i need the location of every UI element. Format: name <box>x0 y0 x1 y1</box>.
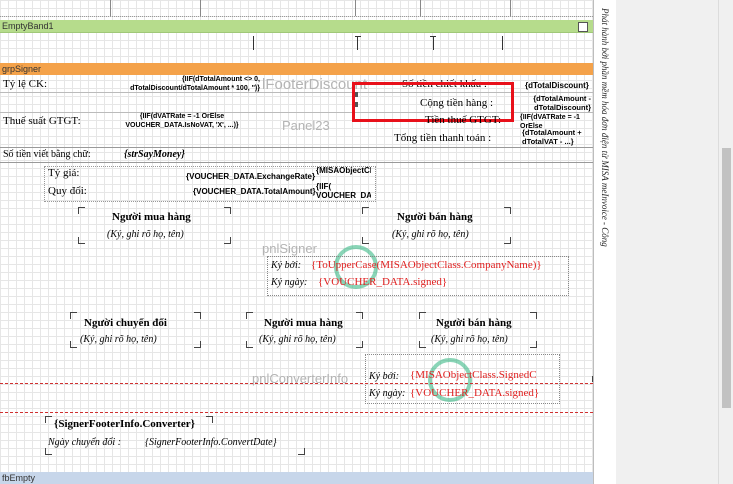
signed-by-label-2: Ký bởi: <box>369 371 400 382</box>
buyer-sign-hint-2: (Ký, ghi rõ họ, tên) <box>259 334 336 345</box>
signer-band-label: grpSigner <box>2 64 42 74</box>
signed-date-expr-2[interactable]: {VOUCHER_DATA.signed} <box>410 387 539 399</box>
convert-date-label: Ngày chuyển đổi : <box>48 437 122 448</box>
empty-footer-band[interactable]: fbEmpty <box>0 472 593 484</box>
converter-sign-hint: (Ký, ghi rõ họ, tên) <box>80 334 157 345</box>
seller-title: Người bán hàng <box>397 211 473 223</box>
discount-amount-expr[interactable]: {dTotalDiscount} <box>525 81 589 90</box>
converter-title: Người chuyển đổi <box>84 317 167 329</box>
in-words-expr[interactable]: {strSayMoney} <box>124 149 185 160</box>
panel-ghost-label: Panel23 <box>282 118 330 133</box>
vertical-issuer-label: Phát hành bởi phần mềm hóa đơn điện tử M… <box>600 8 610 247</box>
empty-band-label: EmptyBand1 <box>2 21 54 31</box>
signed-date-label: Ký ngày: <box>271 277 308 288</box>
pnl-signer-ghost-label: pnlSigner <box>262 241 317 256</box>
vat-rate-expr[interactable]: {IIF(dVATRate = -1 OrElse VOUCHER_DATA.I… <box>112 112 252 130</box>
grand-total-label: Tổng tiền thanh toán : <box>394 132 492 144</box>
discount-rate-expr[interactable]: {IIF(dTotalAmount <> 0, dTotalDiscount/d… <box>128 75 260 93</box>
exchange-rate-expr[interactable]: {VOUCHER_DATA.ExchangeRate} <box>186 172 315 181</box>
empty-band[interactable]: EmptyBand1 <box>0 20 593 33</box>
if-expr[interactable]: {IIF( VOUCHER_DATA ...} <box>316 182 371 198</box>
top-cut-row <box>0 0 593 17</box>
signed-by-expr-2[interactable]: {MISAObjectClass.SignedC <box>410 369 537 381</box>
margin-guide-line <box>0 412 593 413</box>
buyer-sign-hint: (Ký, ghi rõ họ, tên) <box>107 229 184 240</box>
vertical-issuer-text: Phát hành bởi phần mềm hóa đơn điện tử M… <box>596 8 610 247</box>
signed-by-expr[interactable]: {ToUpperCase(MISAObjectClass.CompanyName… <box>311 259 542 271</box>
converted-expr[interactable]: {VOUCHER_DATA.TotalAmount} <box>193 187 316 196</box>
grand-total-expr[interactable]: {dTotalAmount + dTotalVAT - ...} <box>522 128 592 146</box>
buyer-title: Người mua hàng <box>112 211 191 223</box>
class-expr[interactable]: {MISAObjectClass} <box>316 166 371 180</box>
in-words-label: Số tiền viết bằng chữ: <box>3 149 91 160</box>
converted-label: Quy đổi: <box>48 185 87 197</box>
total-goods-expr[interactable]: {dTotalAmount - dTotalDiscount} <box>515 94 591 112</box>
vat-rate-label: Thuế suất GTGT: <box>3 115 81 127</box>
signed-by-label: Ký bởi: <box>271 260 302 271</box>
discount-rate-label: Tỷ lệ CK: <box>3 78 47 90</box>
signed-date-label-2: Ký ngày: <box>369 388 406 399</box>
vat-amount-label: Tiền thuế GTGT: <box>425 114 502 126</box>
seller-sign-hint: (Ký, ghi rõ họ, tên) <box>392 229 469 240</box>
report-design-surface[interactable]: EmptyBand1 grpSigner Tỷ lệ CK: {IIF(dTot… <box>0 0 593 484</box>
seller-sign-hint-2: (Ký, ghi rõ họ, tên) <box>431 334 508 345</box>
buyer-title-2: Người mua hàng <box>264 317 343 329</box>
scrollbar-thumb[interactable] <box>722 148 731 408</box>
margin-guide-line <box>0 383 593 384</box>
empty-footer-band-label: fbEmpty <box>2 473 36 483</box>
vertical-scrollbar[interactable] <box>718 0 733 484</box>
signed-date-expr[interactable]: {VOUCHER_DATA.signed} <box>318 276 447 288</box>
footer-converter-expr[interactable]: {SignerFooterInfo.Converter} <box>54 418 195 430</box>
convert-date-expr[interactable]: {SignerFooterInfo.ConvertDate} <box>145 437 277 448</box>
seller-title-2: Người bán hàng <box>436 317 512 329</box>
band-collapse-icon[interactable] <box>578 22 588 32</box>
signer-group-band[interactable]: grpSigner <box>0 63 593 75</box>
exchange-rate-label: Tỷ giá: <box>48 167 80 179</box>
